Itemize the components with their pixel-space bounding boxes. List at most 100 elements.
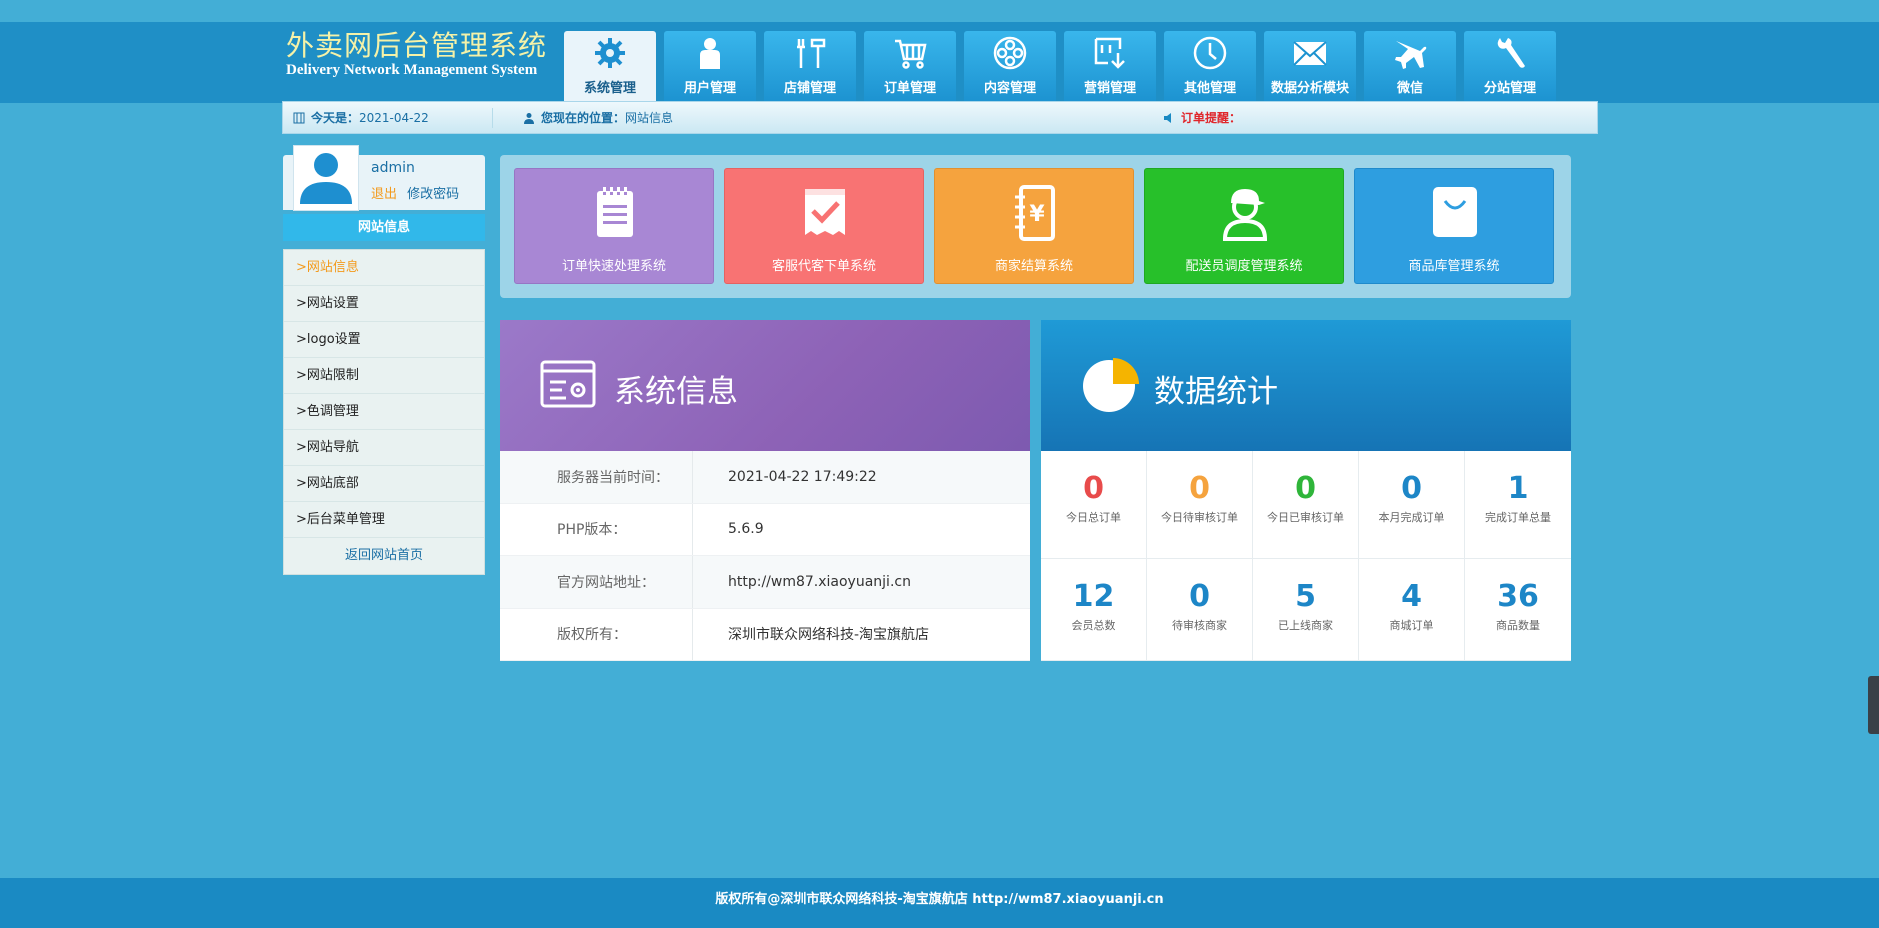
stat-label: 会员总数: [1071, 619, 1116, 632]
stat-label: 今日总订单: [1066, 511, 1121, 524]
nav-tab-label: 分站管理: [1483, 81, 1536, 96]
today-date: 今天是： 2021-04-22: [283, 107, 493, 128]
nav-tab-content[interactable]: 内容管理: [964, 31, 1056, 103]
nav-tab-users[interactable]: 用户管理: [664, 31, 756, 103]
clock-icon: [1193, 36, 1227, 70]
tools-icon: [797, 38, 826, 68]
nav-tab-orders[interactable]: 订单管理: [864, 31, 956, 103]
logout-link[interactable]: 退出: [371, 187, 397, 202]
stat-today-orders: 0 今日总订单: [1041, 451, 1147, 559]
footer: 版权所有@深圳市联众网络科技-淘宝旗航店 http://wm87.xiaoyua…: [0, 878, 1879, 928]
tile-courier-dispatch[interactable]: 配送员调度管理系统: [1144, 168, 1344, 284]
data-stats-panel: 数据统计 0 今日总订单 0 今日待审核订单 0 今日已审核订单 0 本月完成订单 1 完…: [1041, 320, 1571, 661]
sidebar-item-site-info[interactable]: >网站信息: [284, 250, 484, 286]
position-value[interactable]: 网站信息: [625, 109, 673, 126]
tile-merchant-settlement[interactable]: ¥ 商家结算系统: [934, 168, 1134, 284]
avatar: [293, 145, 359, 211]
stat-value: 1: [1507, 471, 1529, 506]
person-icon: [524, 112, 534, 124]
svg-text:¥: ¥: [1029, 202, 1045, 227]
change-password-link[interactable]: 修改密码: [407, 187, 459, 202]
stat-label: 商品数量: [1496, 619, 1540, 632]
stat-month-completed: 0 本月完成订单: [1359, 451, 1465, 559]
envelope-icon: [1293, 41, 1327, 66]
sidebar-item-site-footer[interactable]: >网站底部: [284, 466, 484, 502]
nav-tab-other[interactable]: 其他管理: [1164, 31, 1256, 103]
header: 外卖网后台管理系统 Delivery Network Management Sy…: [0, 0, 1879, 103]
floating-side-handle[interactable]: [1868, 676, 1879, 734]
tile-label: 商品库管理系统: [1408, 259, 1500, 274]
system-info-panel: 系统信息 服务器当前时间： 2021-04-22 17:49:22 PHP版本：…: [500, 320, 1030, 661]
tile-label: 商家结算系统: [994, 259, 1073, 274]
tile-customer-service-order[interactable]: 客服代客下单系统: [724, 168, 924, 284]
nav-tab-label: 内容管理: [983, 81, 1036, 96]
sidebar-item-site-settings[interactable]: >网站设置: [284, 286, 484, 322]
gear-icon: [595, 38, 625, 68]
main-nav: 系统管理 用户管理 店铺管理 订单管理 内容管理 营销管理 其他管理 数据分析模…: [564, 31, 1556, 103]
sidebar-item-site-navigation[interactable]: >网站导航: [284, 430, 484, 466]
courier-icon: [1222, 189, 1268, 241]
nav-tab-system[interactable]: 系统管理: [564, 31, 656, 103]
system-info-key: 服务器当前时间：: [500, 451, 693, 503]
nav-tab-label: 数据分析模块: [1270, 81, 1349, 96]
tile-order-processing[interactable]: 订单快速处理系统: [514, 168, 714, 284]
nav-tab-shops[interactable]: 店铺管理: [764, 31, 856, 103]
sidebar-item-admin-menu[interactable]: >后台菜单管理: [284, 502, 484, 538]
system-info-rows: 服务器当前时间： 2021-04-22 17:49:22 PHP版本： 5.6.…: [500, 451, 1030, 661]
stat-products: 36 商品数量: [1465, 559, 1571, 661]
sidebar-item-logo-settings[interactable]: >logo设置: [284, 322, 484, 358]
username: admin: [371, 160, 415, 176]
tile-product-library[interactable]: 商品库管理系统: [1354, 168, 1554, 284]
system-info-value[interactable]: http://wm87.xiaoyuanji.cn: [693, 574, 911, 590]
order-alert-label: 订单提醒：: [1181, 111, 1242, 125]
nav-tab-label: 微信: [1396, 81, 1423, 96]
stat-value: 0: [1189, 471, 1210, 506]
nav-tab-marketing[interactable]: 营销管理: [1064, 31, 1156, 103]
today-label: 今天是：: [311, 111, 360, 125]
stat-value: 0: [1295, 471, 1316, 506]
sidebar-section-title: 网站信息: [283, 214, 485, 241]
position-label: 您现在的位置：: [541, 111, 626, 125]
nav-tab-label: 营销管理: [1083, 81, 1136, 96]
nav-tab-label: 订单管理: [883, 81, 936, 96]
nav-tab-label: 系统管理: [583, 81, 636, 96]
tile-label: 配送员调度管理系统: [1185, 259, 1303, 274]
info-bar: 今天是： 2021-04-22 您现在的位置： 网站信息 订单提醒：: [282, 101, 1598, 134]
stat-total-completed: 1 完成订单总量: [1465, 451, 1571, 559]
shopping-bag-icon: [1433, 187, 1477, 237]
nav-tab-substation[interactable]: 分站管理: [1464, 31, 1556, 103]
receipt-check-icon: [805, 189, 845, 235]
system-info-row: 版权所有： 深圳市联众网络科技-淘宝旗航店: [500, 608, 1030, 661]
settings-window-icon: [540, 360, 596, 408]
nav-tab-label: 用户管理: [683, 81, 736, 96]
nav-tab-analytics[interactable]: 数据分析模块: [1264, 31, 1356, 103]
data-stats-header: 数据统计: [1041, 320, 1571, 451]
logo: 外卖网后台管理系统 Delivery Network Management Sy…: [286, 29, 548, 79]
stat-today-pending: 0 今日待审核订单: [1147, 451, 1253, 559]
data-stats-grid: 0 今日总订单 0 今日待审核订单 0 今日已审核订单 0 本月完成订单 1 完成订单总量…: [1041, 451, 1571, 661]
nav-tab-label: 其他管理: [1183, 81, 1236, 96]
system-info-header: 系统信息: [500, 320, 1030, 451]
sidebar-item-color-theme[interactable]: >色调管理: [284, 394, 484, 430]
stat-value: 5: [1295, 579, 1316, 614]
nav-tab-wechat[interactable]: 微信: [1364, 31, 1456, 103]
clipboard-list-icon: [597, 187, 633, 237]
stat-value: 0: [1189, 579, 1210, 614]
system-info-row: 服务器当前时间： 2021-04-22 17:49:22: [500, 451, 1030, 504]
today-value: 2021-04-22: [359, 110, 429, 125]
stat-label: 已上线商家: [1278, 619, 1333, 632]
order-alert: 订单提醒：: [1163, 102, 1241, 133]
stat-members: 12 会员总数: [1041, 559, 1147, 661]
notebook-yen-icon: ¥: [1015, 185, 1055, 241]
stat-value: 0: [1083, 471, 1104, 506]
breadcrumb: 您现在的位置： 网站信息: [493, 102, 1163, 133]
stat-label: 本月完成订单: [1378, 511, 1445, 524]
stat-value: 36: [1497, 579, 1539, 614]
quick-systems-panel: 订单快速处理系统 客服代客下单系统 ¥ 商家结算系统 配送员调度管理系统 商品库…: [500, 155, 1571, 298]
back-to-home-link[interactable]: 返回网站首页: [284, 538, 484, 574]
stat-value: 4: [1401, 579, 1422, 614]
sidebar-item-site-restrictions[interactable]: >网站限制: [284, 358, 484, 394]
logo-title-cn: 外卖网后台管理系统: [286, 29, 548, 62]
system-info-value: 5.6.9: [728, 521, 764, 538]
data-stats-title: 数据统计: [1154, 374, 1278, 410]
